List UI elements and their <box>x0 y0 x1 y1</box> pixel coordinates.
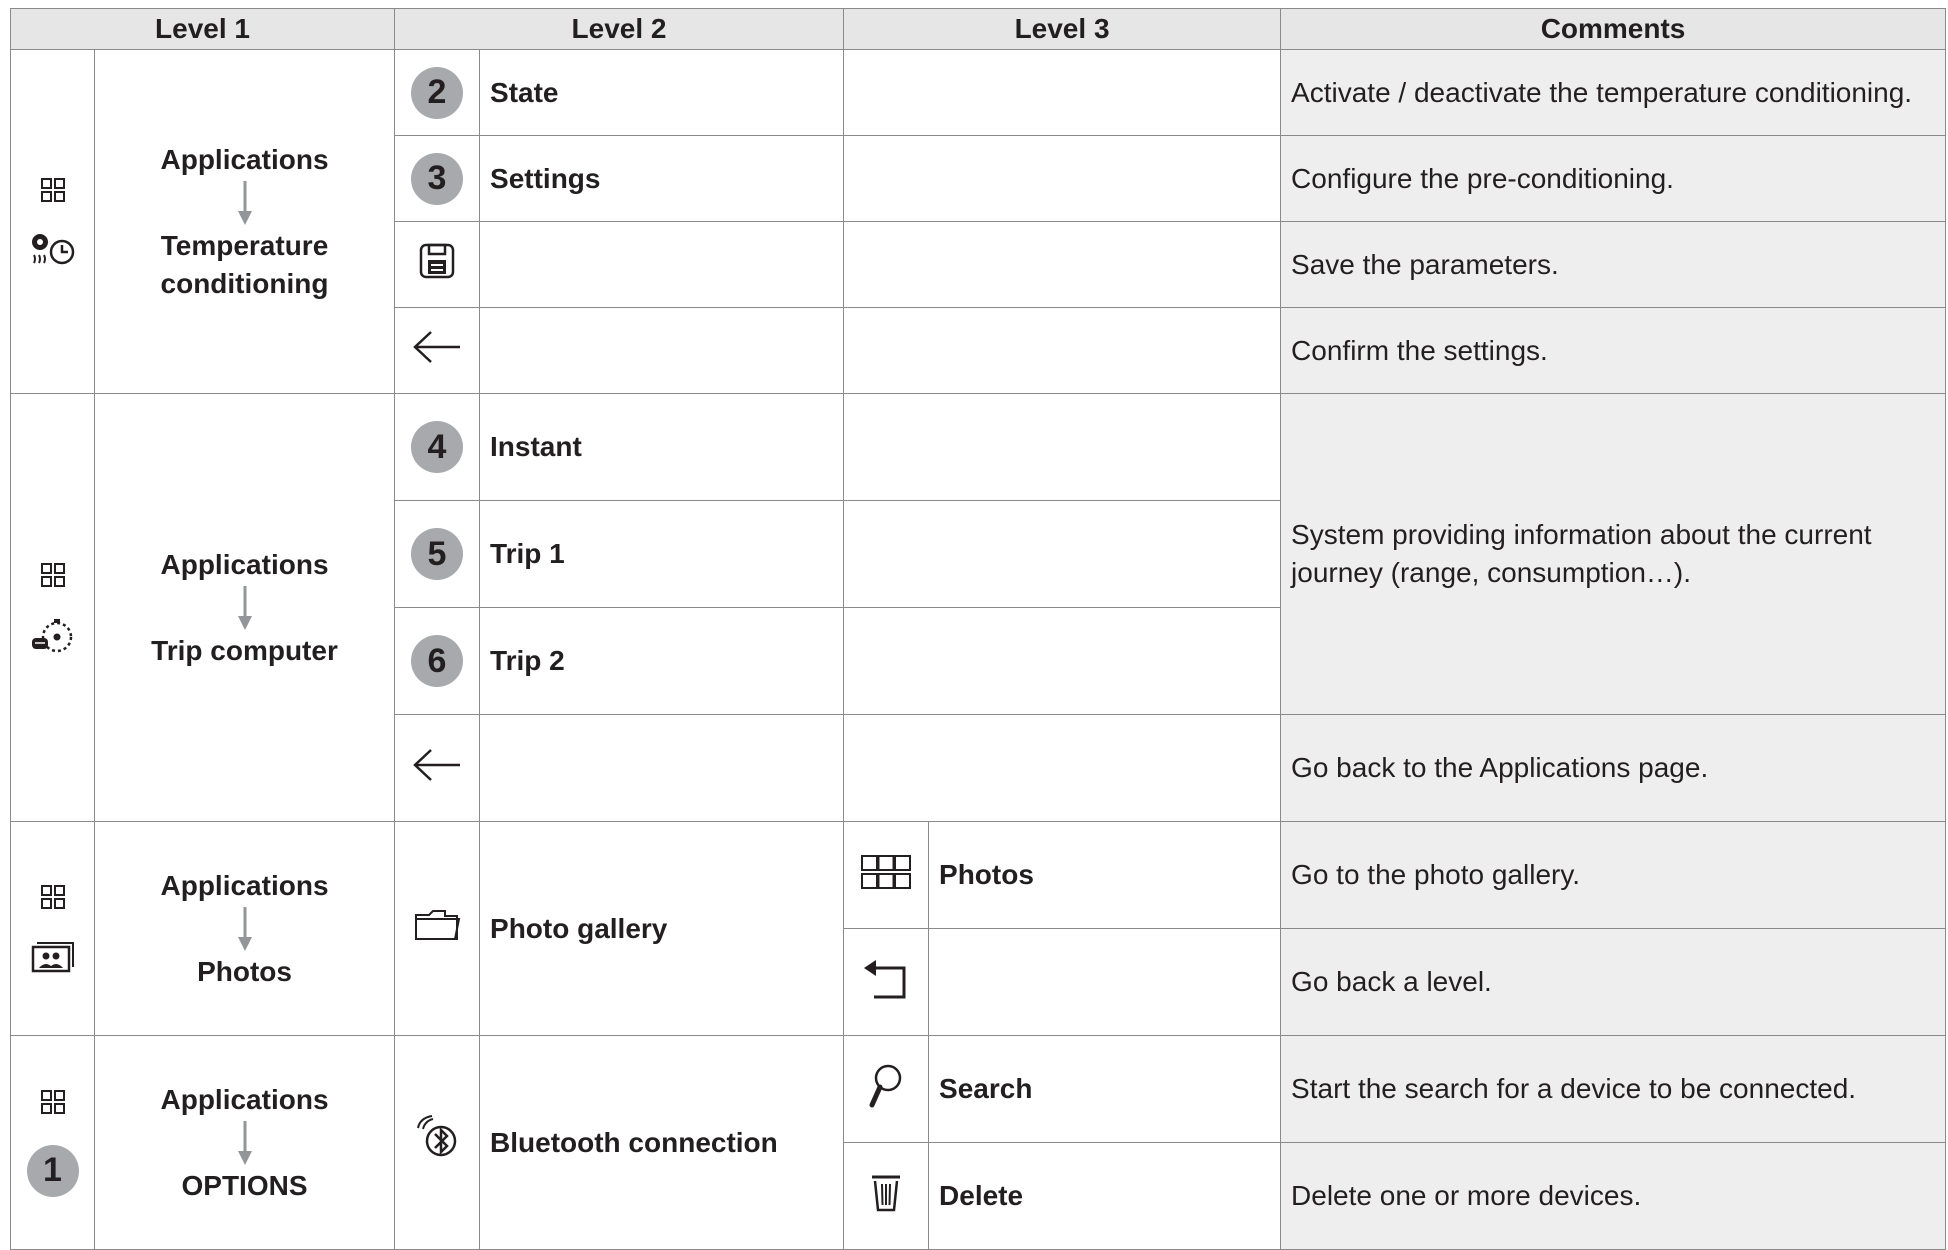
badge-cell: 3 <box>394 135 481 222</box>
level3-empty <box>843 714 1282 822</box>
level2-label: Instant <box>479 393 845 501</box>
level1-bottom: OPTIONS <box>181 1169 308 1201</box>
number-badge: 3 <box>411 152 464 205</box>
header-level-3: Level 3 <box>843 8 1282 50</box>
menu-table: Level 1 Level 2 Level 3 Comments Applica… <box>9 8 1947 1250</box>
grid-icon <box>861 854 912 889</box>
table-row: Applications Trip computer 4 Instant Sys… <box>10 393 1947 822</box>
back-cell <box>394 307 481 394</box>
section-icons <box>10 49 95 394</box>
level1-cell: Applications Trip computer <box>93 393 396 822</box>
header-comments: Comments <box>1280 8 1947 50</box>
down-arrow-icon <box>237 1120 252 1165</box>
apps-grid-icon <box>40 884 65 909</box>
search-icon <box>869 1064 902 1107</box>
comment: Save the parameters. <box>1280 221 1947 308</box>
level3-empty <box>843 307 1282 394</box>
comment: Go back to the Applications page. <box>1280 714 1947 822</box>
down-arrow-icon <box>237 180 252 225</box>
level3-label: Delete <box>928 1142 1282 1250</box>
level3-empty <box>843 135 1282 222</box>
return-cell <box>843 928 930 1036</box>
trip-computer-icon <box>31 618 72 652</box>
apps-grid-icon <box>40 1089 65 1114</box>
down-arrow-icon <box>237 906 252 951</box>
level2-empty <box>479 307 845 394</box>
level3-empty <box>843 500 1282 608</box>
number-badge: 5 <box>411 528 464 580</box>
badge-cell: 2 <box>394 49 481 136</box>
level2-label: Settings <box>479 135 845 222</box>
level2-empty <box>479 221 845 308</box>
bluetooth-icon <box>417 1115 457 1157</box>
level1-bottom: Temperature conditioning <box>160 229 329 299</box>
bluetooth-cell <box>394 1035 481 1250</box>
level2-label: Trip 2 <box>479 607 845 715</box>
level1-top: Applications <box>160 143 329 175</box>
badge-cell: 6 <box>394 607 481 715</box>
comment: Go to the photo gallery. <box>1280 821 1947 929</box>
level3-empty <box>843 221 1282 308</box>
level2-label: Trip 1 <box>479 500 845 608</box>
level1-bottom: Photos <box>197 955 292 987</box>
level3-empty <box>843 393 1282 501</box>
section-icons <box>10 393 95 822</box>
fan-clock-icon <box>31 233 74 264</box>
comment: Confirm the settings. <box>1280 307 1947 394</box>
return-icon <box>864 959 906 998</box>
level1-top: Applications <box>160 1083 329 1115</box>
section-icons <box>10 821 95 1036</box>
level1-cell: Applications OPTIONS <box>93 1035 396 1250</box>
level2-label: Bluetooth connection <box>479 1035 845 1250</box>
folder-cell <box>394 821 481 1036</box>
merged-comment: System providing information about the c… <box>1280 393 1947 715</box>
back-arrow-icon <box>413 748 461 781</box>
comment: Delete one or more devices. <box>1280 1142 1947 1250</box>
table-row: 1 Applications OPTIONS Bluetooth connect… <box>10 1035 1947 1250</box>
level3-label: Photos <box>928 821 1282 929</box>
comment: Configure the pre-conditioning. <box>1280 135 1947 222</box>
level2-label: State <box>479 49 845 136</box>
section-icons: 1 <box>10 1035 95 1250</box>
badge-cell: 5 <box>394 500 481 608</box>
level2-label: Photo gallery <box>479 821 845 1036</box>
table-row: Applications Temperature conditioning 2 … <box>10 49 1947 394</box>
comment: Go back a level. <box>1280 928 1947 1036</box>
down-arrow-icon <box>237 585 252 630</box>
header-row: Level 1 Level 2 Level 3 Comments <box>9 8 1947 50</box>
level3-empty <box>843 607 1282 715</box>
comment: Activate / deactivate the temperature co… <box>1280 49 1947 136</box>
table-row: Applications Photos Photo gallery Photos… <box>10 821 1947 1036</box>
trash-cell <box>843 1142 930 1250</box>
photos-icon <box>31 941 74 972</box>
level1-top: Applications <box>160 548 329 580</box>
save-cell <box>394 221 481 308</box>
level3-label: Search <box>928 1035 1282 1143</box>
comment: Start the search for a device to be conn… <box>1280 1035 1947 1143</box>
back-cell <box>394 714 481 822</box>
level1-top: Applications <box>160 869 329 901</box>
number-badge: 6 <box>411 635 464 687</box>
trash-icon <box>872 1175 901 1211</box>
level1-cell: Applications Photos <box>93 821 396 1036</box>
number-badge: 1 <box>26 1144 79 1197</box>
folder-icon <box>415 910 461 940</box>
badge-cell: 4 <box>394 393 481 501</box>
save-icon <box>419 243 455 279</box>
header-level-2: Level 2 <box>394 8 845 50</box>
level1-cell: Applications Temperature conditioning <box>93 49 396 394</box>
apps-grid-icon <box>40 562 65 587</box>
level1-bottom: Trip computer <box>151 634 338 666</box>
header-level-1: Level 1 <box>9 8 396 50</box>
apps-grid-icon <box>40 177 65 202</box>
grid-cell <box>843 821 930 929</box>
number-badge: 4 <box>411 421 464 473</box>
search-cell <box>843 1035 930 1143</box>
level2-empty <box>479 714 845 822</box>
back-arrow-icon <box>413 331 461 363</box>
level3-empty <box>928 928 1282 1036</box>
number-badge: 2 <box>411 66 464 119</box>
level3-empty <box>843 49 1282 136</box>
